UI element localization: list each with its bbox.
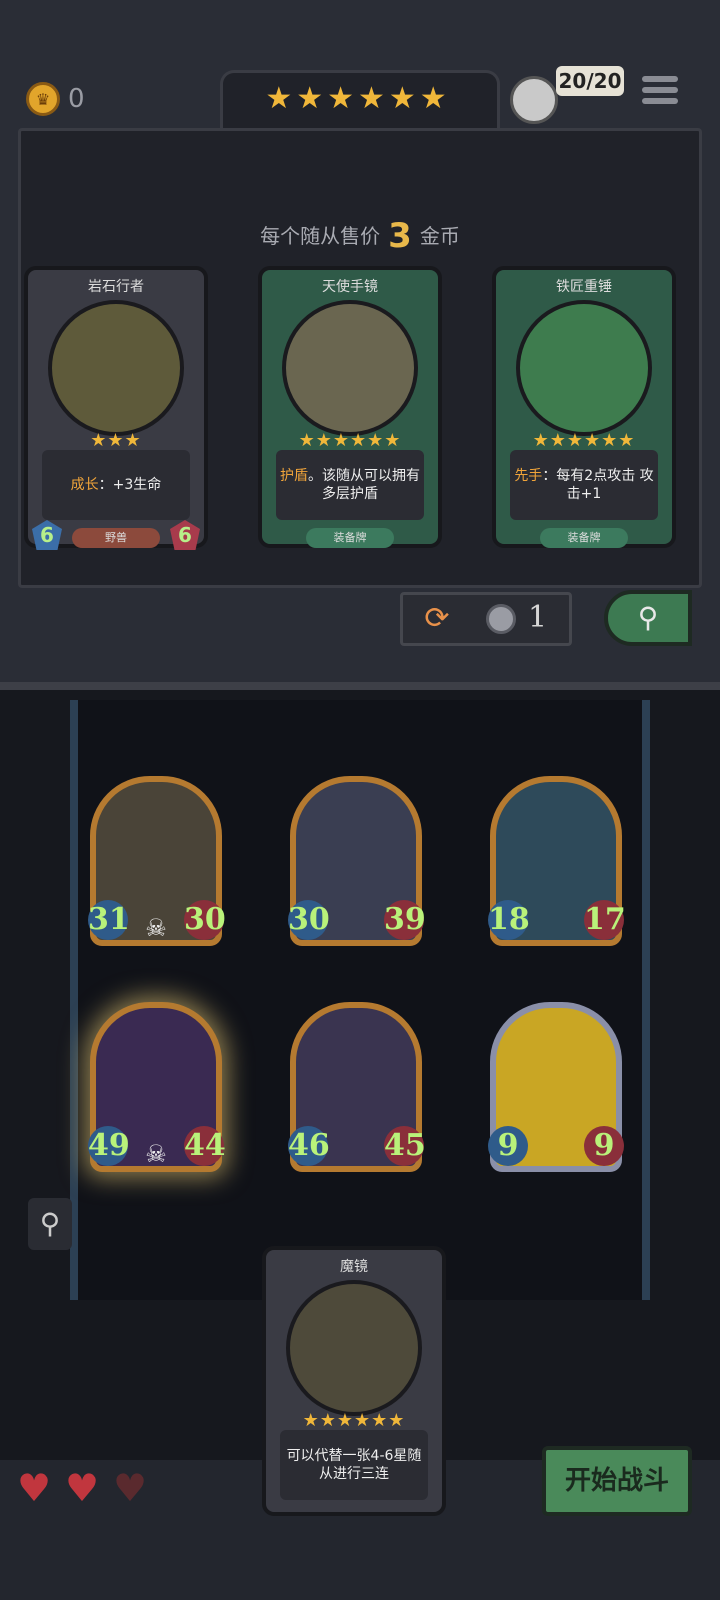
card-name: 天使手镜 (322, 279, 378, 295)
skull-icon: ☠ (145, 914, 167, 942)
price-value: 3 (388, 216, 412, 256)
card-portrait (286, 1280, 422, 1416)
card-name: 铁匠重锤 (556, 279, 612, 295)
life-heart-icon: ♥ (64, 1466, 100, 1510)
shop-card-angel-mirror[interactable]: 天使手镜 ★★★★★★ 护盾。该随从可以拥有多层护盾 装备牌 (258, 266, 442, 548)
card-portrait (48, 300, 184, 436)
search-icon: ⚲ (637, 601, 659, 634)
card-description: 可以代替一张4-6星随从进行三连 (280, 1430, 428, 1500)
unit-health: 44 (184, 1126, 226, 1166)
magnifier-icon: ⚲ (39, 1207, 61, 1240)
card-description: 护盾。该随从可以拥有多层护盾 (276, 450, 424, 520)
silver-coin-icon (486, 604, 516, 634)
crown-coin-icon: ♛ (26, 82, 60, 116)
shop-card-smith-hammer[interactable]: 铁匠重锤 ★★★★★★ 先手：每有2点攻击 攻击+1 装备牌 (492, 266, 676, 548)
board-unit-5[interactable]: 46 45 (288, 1002, 426, 1172)
hand-card-magic-mirror[interactable]: 魔镜 ★★★★★★ 可以代替一张4-6星随从进行三连 (262, 1246, 446, 1516)
price-prefix: 每个随从售价 (260, 224, 381, 248)
life-heart-icon: ♥ (16, 1466, 52, 1510)
card-name: 岩石行者 (88, 279, 144, 295)
card-health: 6 (170, 520, 200, 550)
unit-attack: 46 (288, 1126, 330, 1166)
price-suffix: 金币 (419, 224, 460, 248)
unit-attack: 18 (488, 900, 530, 940)
card-name: 魔镜 (340, 1259, 368, 1275)
shop-card-rock-walker[interactable]: 岩石行者 ★★★ 成长：+3生命 野兽 6 6 (24, 266, 208, 550)
inspect-button[interactable]: ⚲ (28, 1198, 72, 1250)
reroll-cost: 1 (528, 600, 548, 635)
card-attack: 6 (32, 520, 62, 550)
card-portrait (516, 300, 652, 436)
player-health: 20/20 (556, 66, 624, 96)
board-unit-4[interactable]: 49 ☠ 44 (88, 1002, 226, 1172)
refresh-icon: ⟳ (424, 601, 450, 636)
hamburger-menu-icon[interactable] (642, 76, 678, 110)
unit-health: 9 (584, 1126, 624, 1166)
skull-icon: ☠ (145, 1140, 167, 1168)
unit-attack: 30 (288, 900, 330, 940)
sell-price-info: 每个随从售价 3 金币 (0, 216, 720, 256)
board-unit-6[interactable]: 9 9 (488, 1002, 624, 1172)
card-portrait (282, 300, 418, 436)
card-tribe-tag: 野兽 (72, 528, 160, 548)
unit-attack: 49 (88, 1126, 130, 1166)
board-unit-2[interactable]: 30 39 (288, 776, 426, 946)
card-type-tag: 装备牌 (540, 528, 628, 548)
shop-tier-stars: ★★★★★★ (265, 81, 451, 116)
life-heart-empty-icon: ♥ (112, 1466, 148, 1510)
card-description: 先手：每有2点攻击 攻击+1 (510, 450, 658, 520)
card-description: 成长：+3生命 (42, 450, 190, 520)
coin-count: 0 (68, 84, 85, 114)
card-stars: ★★★ (90, 430, 142, 451)
unit-health: 30 (184, 900, 226, 940)
unit-attack: 31 (88, 900, 130, 940)
card-stars: ★★★★★★ (298, 430, 402, 451)
start-battle-button[interactable]: 开始战斗 (542, 1446, 692, 1516)
board-unit-3[interactable]: 18 17 (488, 776, 626, 946)
unit-attack: 9 (488, 1126, 528, 1166)
board-unit-1[interactable]: 31 ☠ 30 (88, 776, 226, 946)
player-avatar[interactable] (510, 76, 558, 124)
unit-health: 45 (384, 1126, 426, 1166)
card-stars: ★★★★★★ (302, 1410, 406, 1431)
card-type-tag: 装备牌 (306, 528, 394, 548)
unit-health: 17 (584, 900, 626, 940)
card-stars: ★★★★★★ (532, 430, 636, 451)
search-button[interactable]: ⚲ (604, 590, 692, 646)
unit-health: 39 (384, 900, 426, 940)
